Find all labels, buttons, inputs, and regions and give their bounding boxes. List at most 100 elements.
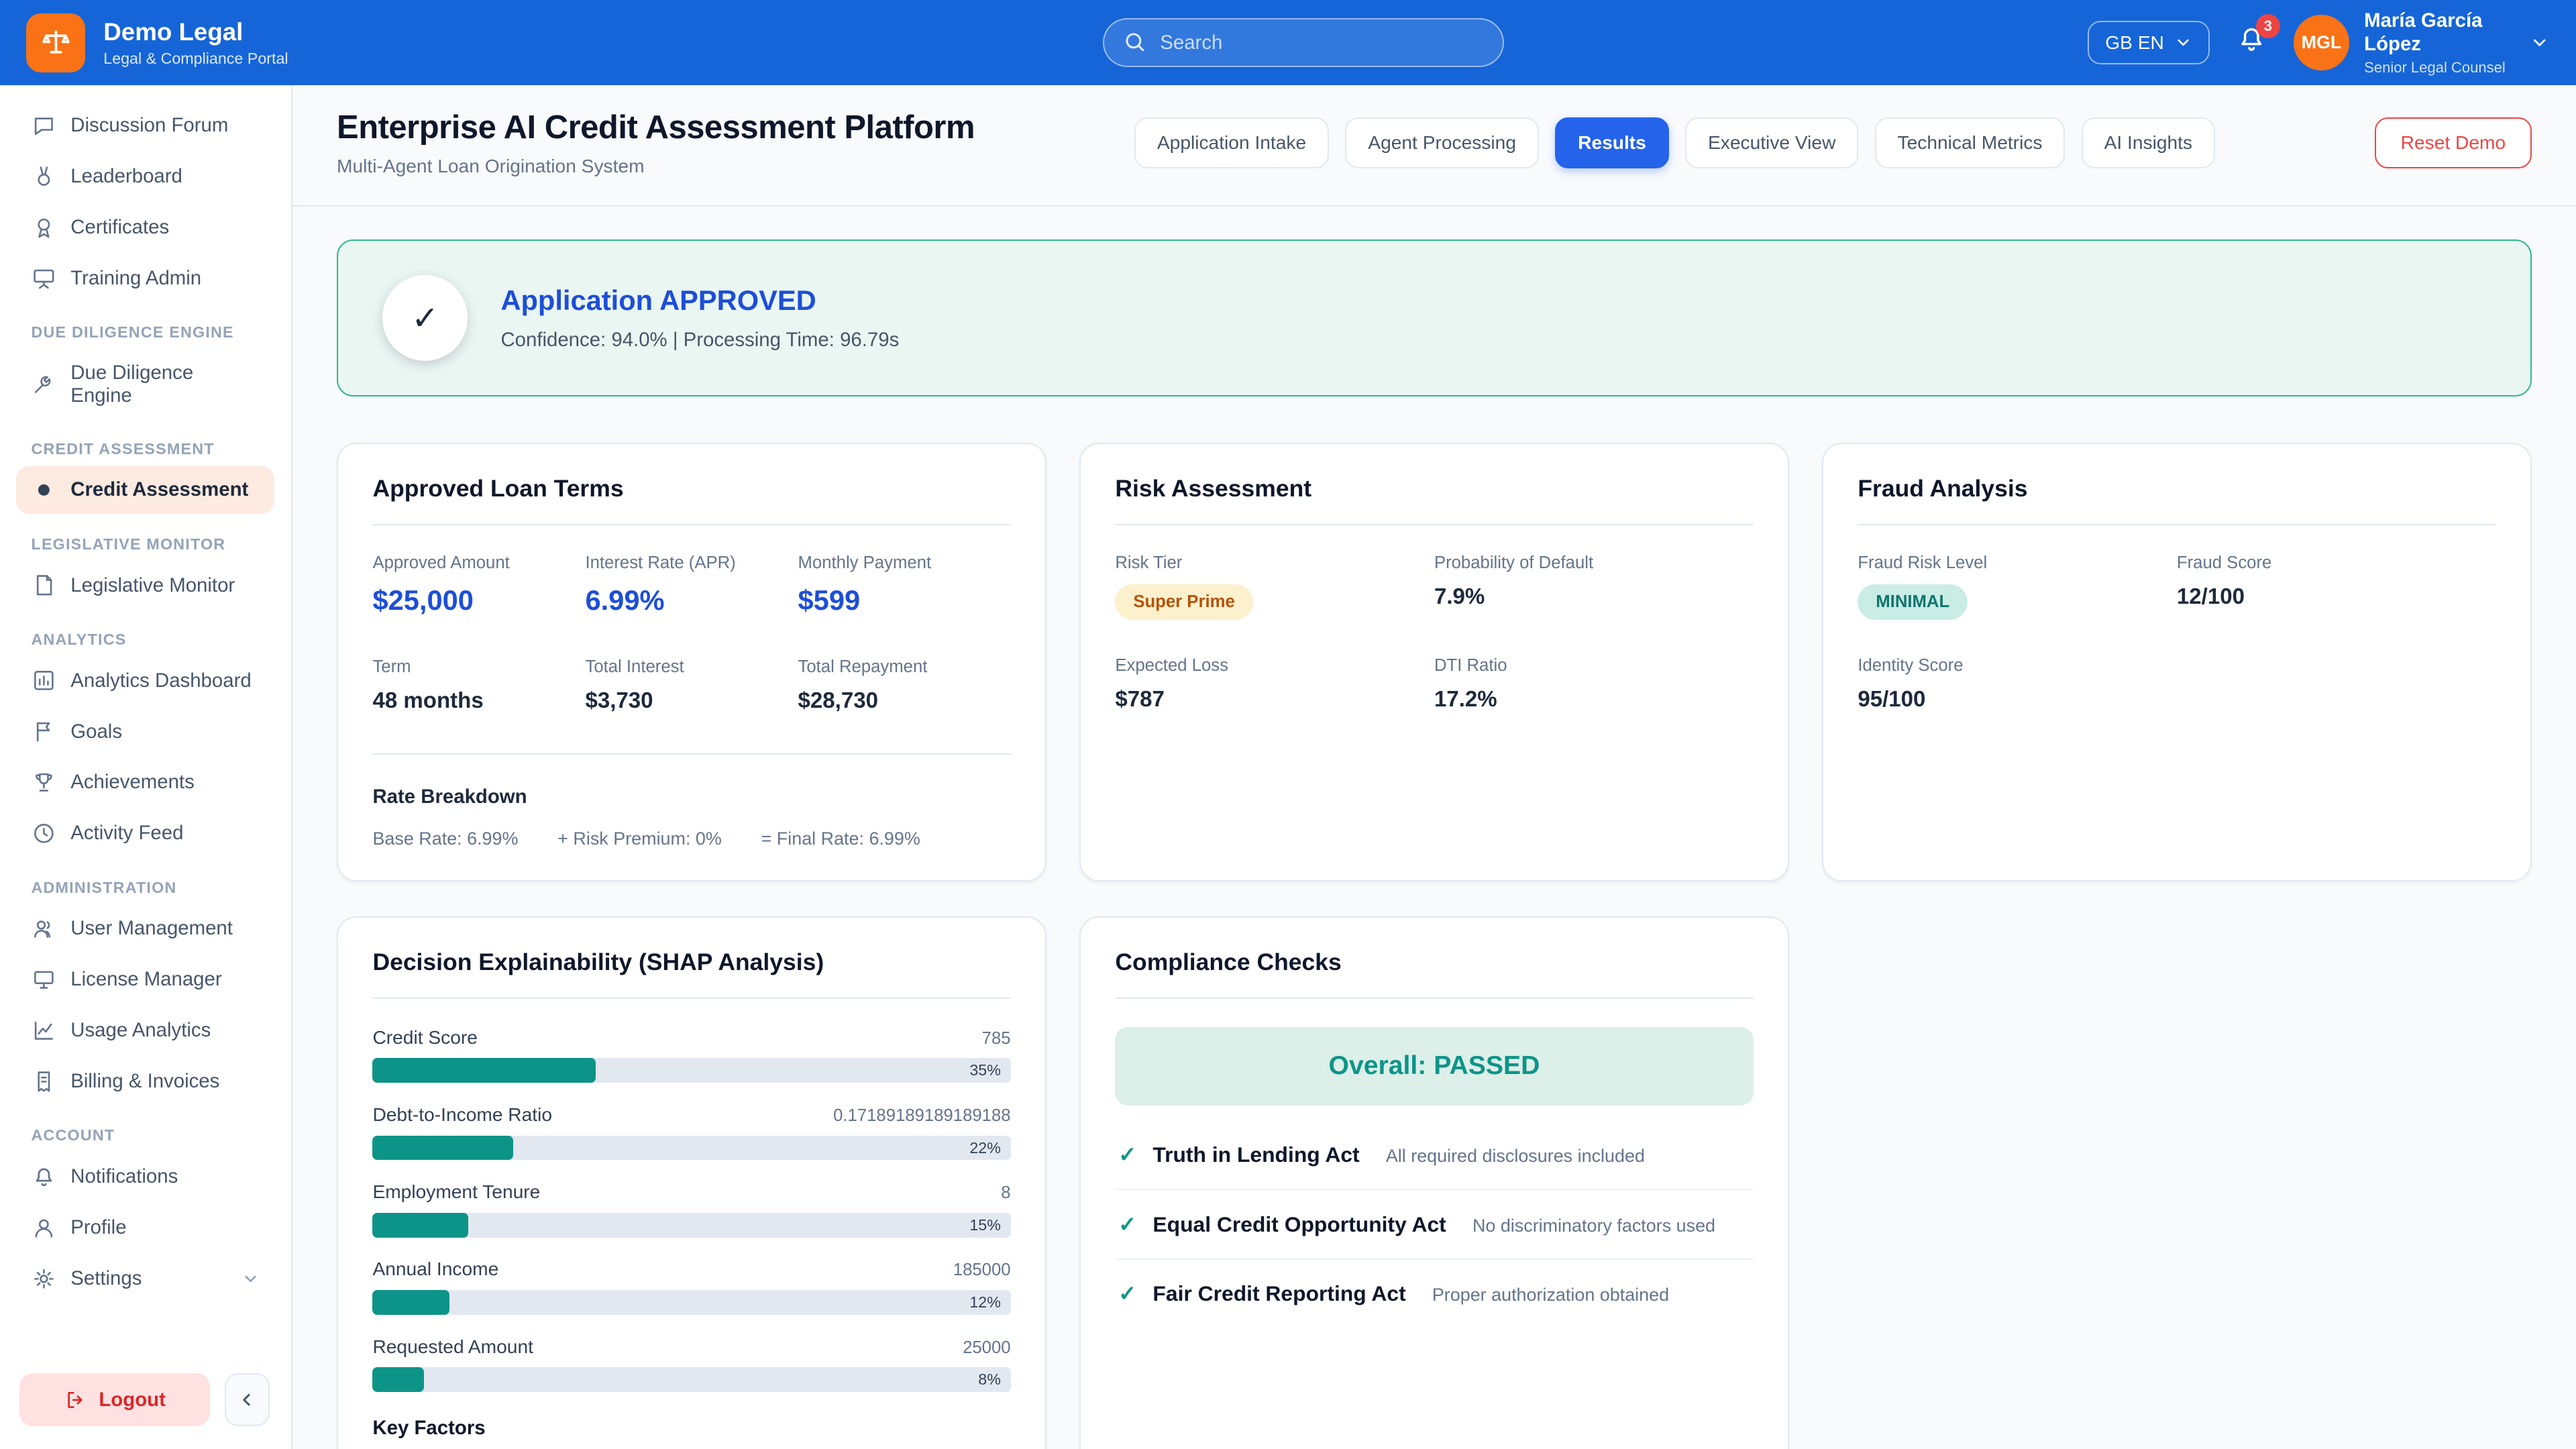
sidebar-item-settings[interactable]: Settings: [16, 1255, 274, 1303]
page-title: Enterprise AI Credit Assessment Platform: [337, 109, 975, 146]
sidebar-item-label: Training Admin: [70, 267, 201, 290]
compliance-name: Fair Credit Reporting Act: [1152, 1281, 1405, 1306]
logout-label: Logout: [99, 1389, 166, 1411]
progress-percent: 35%: [969, 1058, 1001, 1083]
reset-demo-button[interactable]: Reset Demo: [2375, 117, 2532, 168]
tab-results[interactable]: Results: [1555, 117, 1668, 168]
overall-status-banner: Overall: PASSED: [1115, 1027, 1753, 1106]
sidebar-item-profile[interactable]: Profile: [16, 1204, 274, 1252]
presentation-icon: [32, 266, 56, 291]
user-menu[interactable]: MGL María García López Senior Legal Coun…: [2294, 9, 2550, 76]
sidebar-item-user-management[interactable]: User Management: [16, 905, 274, 953]
check-circle-icon: ✓: [382, 275, 468, 360]
sidebar-item-label: Legislative Monitor: [70, 574, 235, 597]
sidebar-item-discussion-forum[interactable]: Discussion Forum: [16, 102, 274, 150]
compliance-checks-card: Compliance Checks Overall: PASSED ✓ Trut…: [1079, 916, 1789, 1449]
tab-technical-metrics[interactable]: Technical Metrics: [1875, 117, 2065, 168]
user-name: María García López: [2364, 9, 2515, 56]
tab-application-intake[interactable]: Application Intake: [1134, 117, 1329, 168]
compliance-name: Equal Credit Opportunity Act: [1152, 1212, 1446, 1237]
sidebar-item-achievements[interactable]: Achievements: [16, 759, 274, 806]
sidebar-item-label: Credit Assessment: [70, 478, 248, 501]
chat-icon: [32, 113, 56, 138]
stat-label: Total Repayment: [798, 657, 1011, 677]
sidebar-item-legislative-monitor[interactable]: Legislative Monitor: [16, 561, 274, 609]
check-icon: ✓: [1118, 1212, 1136, 1237]
sidebar-item-label: Achievements: [70, 771, 195, 794]
sidebar-item-billing-invoices[interactable]: Billing & Invoices: [16, 1058, 274, 1106]
compliance-row-equal-credit: ✓ Equal Credit Opportunity Act No discri…: [1115, 1190, 1753, 1260]
approval-subtitle: Confidence: 94.0% | Processing Time: 96.…: [500, 329, 899, 352]
sidebar-item-activity-feed[interactable]: Activity Feed: [16, 810, 274, 857]
dot-icon: [32, 478, 56, 502]
sidebar-item-usage-analytics[interactable]: Usage Analytics: [16, 1007, 274, 1055]
notifications-button[interactable]: 3: [2236, 23, 2267, 62]
search-icon: [1122, 30, 1147, 54]
sidebar-item-leaderboard[interactable]: Leaderboard: [16, 153, 274, 201]
progress-track: 12%: [372, 1290, 1010, 1315]
card-title: Approved Loan Terms: [372, 475, 1010, 525]
shap-feature-label: Debt-to-Income Ratio: [372, 1104, 552, 1126]
sidebar-item-label: Certificates: [70, 216, 169, 239]
sidebar-item-label: Activity Feed: [70, 822, 183, 845]
card-title: Fraud Analysis: [1858, 475, 2496, 525]
sidebar-section-due-diligence: DUE DILIGENCE ENGINE: [32, 323, 260, 341]
stat-value: 6.99%: [585, 584, 798, 616]
sidebar-item-label: License Manager: [70, 968, 221, 991]
sidebar-item-license-manager[interactable]: License Manager: [16, 956, 274, 1004]
stat-value: $599: [798, 584, 1011, 616]
sidebar-item-training-admin[interactable]: Training Admin: [16, 255, 274, 303]
stat-label: DTI Ratio: [1434, 656, 1754, 676]
stat-value: $3,730: [585, 688, 798, 714]
compliance-name: Truth in Lending Act: [1152, 1142, 1359, 1167]
progress-percent: 8%: [978, 1367, 1001, 1392]
sidebar-item-label: Goals: [70, 720, 122, 743]
sidebar-section-account: ACCOUNT: [32, 1126, 260, 1144]
empty-grid-cell: [1822, 916, 2532, 1449]
brand-logo[interactable]: [26, 13, 85, 72]
sidebar-item-notifications[interactable]: Notifications: [16, 1153, 274, 1201]
card-title: Risk Assessment: [1115, 475, 1753, 525]
wrench-icon: [32, 372, 56, 396]
sidebar-item-goals[interactable]: Goals: [16, 708, 274, 755]
sidebar-item-analytics-dashboard[interactable]: Analytics Dashboard: [16, 657, 274, 704]
compliance-detail: All required disclosures included: [1386, 1146, 1645, 1167]
sidebar-item-certificates[interactable]: Certificates: [16, 204, 274, 252]
tab-ai-insights[interactable]: AI Insights: [2082, 117, 2215, 168]
user-role: Senior Legal Counsel: [2364, 59, 2515, 76]
gear-icon: [32, 1267, 56, 1291]
app-root: Demo Legal Legal & Compliance Portal GB …: [0, 0, 2576, 1449]
compliance-row-truth-in-lending: ✓ Truth in Lending Act All required disc…: [1115, 1120, 1753, 1190]
key-factors-heading: Key Factors: [372, 1417, 1010, 1440]
shap-analysis-card: Decision Explainability (SHAP Analysis) …: [337, 916, 1046, 1449]
stat-value: 95/100: [1858, 687, 2177, 712]
stat-label: Probability of Default: [1434, 553, 1754, 573]
search-input[interactable]: [1103, 18, 1504, 67]
line-chart-icon: [32, 1018, 56, 1043]
sidebar-item-due-diligence-engine[interactable]: Due Diligence Engine: [16, 350, 274, 419]
medal-icon: [32, 164, 56, 189]
card-title: Compliance Checks: [1115, 949, 1753, 999]
stat-term: Term 48 months: [372, 657, 585, 714]
page-header: Enterprise AI Credit Assessment Platform…: [337, 109, 2532, 178]
rate-breakdown-title: Rate Breakdown: [372, 786, 1010, 808]
search-container: [1103, 18, 1504, 67]
sidebar-item-credit-assessment[interactable]: Credit Assessment: [16, 466, 274, 514]
brand-title: Demo Legal: [103, 18, 288, 46]
stat-label: Identity Score: [1858, 656, 2177, 676]
tab-executive-view[interactable]: Executive View: [1685, 117, 1858, 168]
fraud-analysis-card: Fraud Analysis Fraud Risk Level MINIMAL …: [1822, 443, 2532, 882]
certificate-icon: [32, 215, 56, 240]
shap-bar-annual-income: Annual Income 185000 12%: [372, 1258, 1010, 1314]
stat-fraud-risk-level: Fraud Risk Level MINIMAL: [1858, 553, 2177, 621]
language-selector[interactable]: GB EN: [2088, 21, 2210, 64]
tab-agent-processing[interactable]: Agent Processing: [1345, 117, 1538, 168]
progress-percent: 15%: [969, 1213, 1001, 1238]
sidebar-item-label: User Management: [70, 917, 233, 940]
shap-feature-label: Employment Tenure: [372, 1181, 540, 1203]
progress-fill: [372, 1367, 423, 1392]
stat-value: 17.2%: [1434, 687, 1754, 712]
logout-button[interactable]: Logout: [19, 1373, 210, 1426]
progress-track: 35%: [372, 1058, 1010, 1083]
sidebar-collapse-button[interactable]: [225, 1373, 269, 1426]
